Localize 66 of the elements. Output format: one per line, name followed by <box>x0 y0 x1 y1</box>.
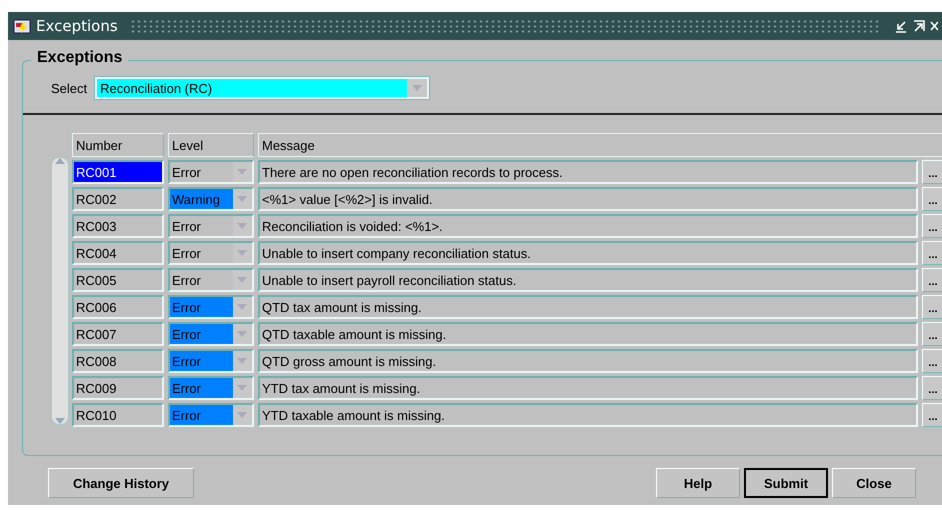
more-button[interactable]: ... <box>922 241 942 265</box>
more-button[interactable]: ... <box>922 322 942 346</box>
message-cell[interactable]: Reconciliation is voided: <%1>. <box>258 214 918 238</box>
more-button[interactable]: ... <box>922 214 942 238</box>
number-cell[interactable]: RC005 <box>72 268 164 292</box>
minimize-icon[interactable] <box>894 19 908 33</box>
more-button[interactable]: ... <box>922 376 942 400</box>
level-dropdown[interactable]: Error <box>168 241 254 265</box>
message-cell[interactable]: YTD taxable amount is missing. <box>258 403 918 427</box>
more-button[interactable]: ... <box>922 160 942 184</box>
message-cell[interactable]: QTD gross amount is missing. <box>258 349 918 373</box>
message-cell[interactable]: Unable to insert company reconciliation status. <box>258 241 918 265</box>
caret-icon <box>237 385 248 391</box>
number-cell[interactable]: RC002 <box>72 187 164 211</box>
dialog-button[interactable]: Close <box>832 468 916 498</box>
caret-icon <box>237 331 248 337</box>
level-dropdown[interactable]: Error <box>168 268 254 292</box>
column-header: Number <box>72 133 164 157</box>
dialog-button[interactable]: Submit <box>744 468 828 498</box>
more-button[interactable]: ... <box>922 268 942 292</box>
message-cell[interactable]: <%1> value [<%2>] is invalid. <box>258 187 918 211</box>
more-button[interactable]: ... <box>922 349 942 373</box>
caret-icon <box>237 412 248 418</box>
level-dropdown[interactable]: Error <box>168 403 254 427</box>
level-dropdown[interactable]: Error <box>168 295 254 319</box>
more-button[interactable]: ... <box>922 403 942 427</box>
close-icon[interactable] <box>930 19 938 33</box>
level-dropdown[interactable]: Warning <box>168 187 254 211</box>
app-icon <box>12 17 32 35</box>
message-cell[interactable]: YTD tax amount is missing. <box>258 376 918 400</box>
level-dropdown[interactable]: Error <box>168 376 254 400</box>
number-cell[interactable]: RC001 <box>72 160 164 184</box>
caret-icon <box>237 196 248 202</box>
message-cell[interactable]: There are no open reconciliation records to process. <box>258 160 918 184</box>
select-label: Select <box>51 80 88 96</box>
dialog-button[interactable]: Help <box>656 468 740 498</box>
level-dropdown[interactable]: Error <box>168 214 254 238</box>
column-header: Message <box>258 133 942 157</box>
number-cell[interactable]: RC004 <box>72 241 164 265</box>
window-title: Exceptions <box>36 17 118 35</box>
number-cell[interactable]: RC003 <box>72 214 164 238</box>
section-title: Exceptions <box>31 49 128 67</box>
maximize-icon[interactable] <box>912 19 926 33</box>
more-button[interactable]: ... <box>922 295 942 319</box>
more-button[interactable]: ... <box>922 187 942 211</box>
message-cell[interactable]: Unable to insert payroll reconciliation status. <box>258 268 918 292</box>
caret-icon <box>237 250 248 256</box>
caret-icon <box>237 169 248 175</box>
caret-icon <box>412 85 422 91</box>
dialog-button[interactable]: Change History <box>48 468 194 498</box>
number-cell[interactable]: RC009 <box>72 376 164 400</box>
number-cell[interactable]: RC007 <box>72 322 164 346</box>
number-cell[interactable]: RC010 <box>72 403 164 427</box>
select-dropdown[interactable]: Reconciliation (RC) <box>95 77 430 99</box>
level-dropdown[interactable]: Error <box>168 322 254 346</box>
message-cell[interactable]: QTD tax amount is missing. <box>258 295 918 319</box>
level-dropdown[interactable]: Error <box>168 160 254 184</box>
number-cell[interactable]: RC008 <box>72 349 164 373</box>
number-cell[interactable]: RC006 <box>72 295 164 319</box>
caret-icon <box>237 304 248 310</box>
caret-icon <box>237 277 248 283</box>
level-dropdown[interactable]: Error <box>168 349 254 373</box>
message-cell[interactable]: QTD taxable amount is missing. <box>258 322 918 346</box>
column-header: Level <box>168 133 254 157</box>
caret-icon <box>237 358 248 364</box>
caret-icon <box>237 223 248 229</box>
